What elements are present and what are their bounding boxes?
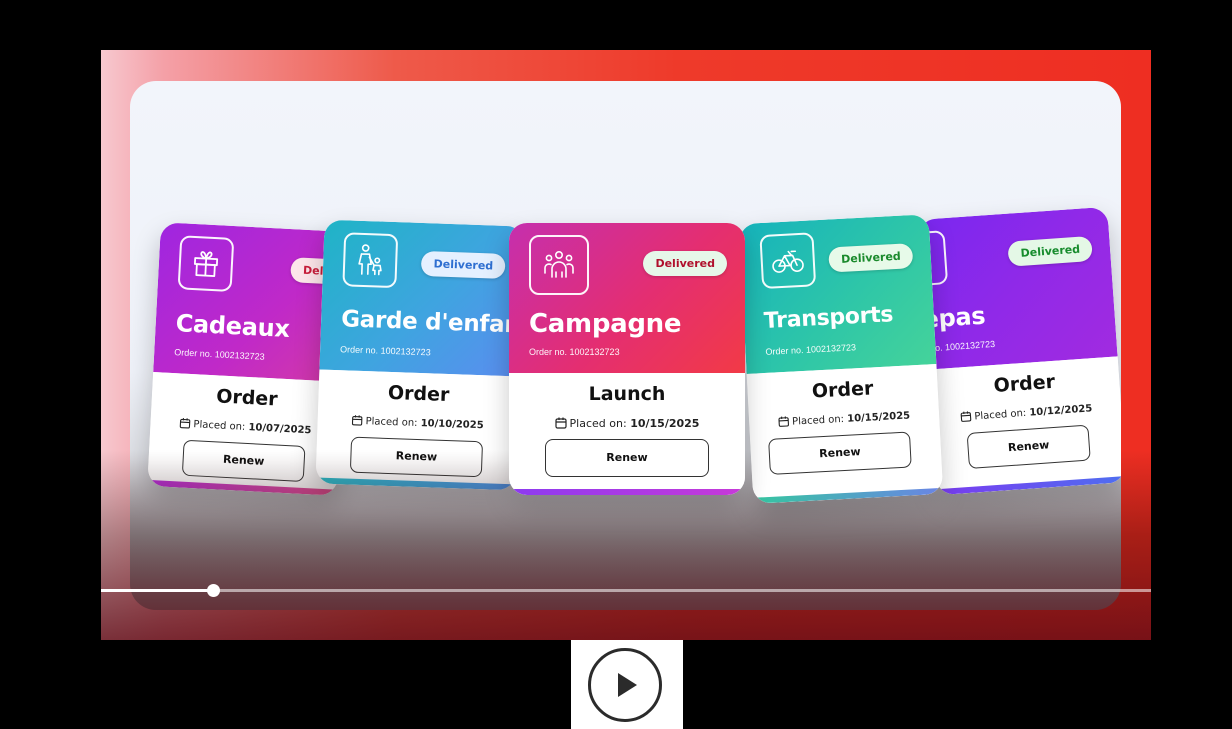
card-header: Delivered Campagne Order no. 1002132723: [509, 223, 745, 373]
order-card-transports: Delivered Transports Order no. 100213272…: [738, 214, 944, 504]
video-player[interactable]: Delivere Cadeaux Order no. 1002132723 Or…: [101, 50, 1151, 640]
seek-bar[interactable]: [101, 584, 1151, 597]
play-button[interactable]: [588, 648, 662, 722]
status-badge: Delivered: [828, 243, 914, 273]
gift-icon: [177, 235, 235, 292]
placed-on: Placed on: 10/15/2025: [509, 417, 745, 430]
placed-on: Placed on: 10/07/2025: [150, 416, 340, 438]
renew-button[interactable]: Renew: [545, 439, 709, 477]
placed-on: Placed on: 10/15/2025: [749, 408, 939, 430]
card-heading: Launch: [588, 383, 666, 405]
card-body: Order Placed on: 10/12/2025 Renew: [928, 356, 1121, 496]
placed-on: Placed on: 10/12/2025: [931, 400, 1121, 425]
placed-date: 10/15/2025: [846, 410, 911, 425]
calendar-icon: [554, 417, 567, 429]
status-badge: Delivered: [643, 251, 727, 276]
placed-label: Placed on:: [569, 417, 627, 430]
group-icon: [529, 235, 589, 295]
order-number: Order no. 1002132723: [765, 342, 857, 357]
bicycle-icon: [759, 232, 817, 290]
placed-on: Placed on: 10/10/2025: [317, 413, 517, 432]
order-card-repas: Delivered epas r no. 1002132723 Order Pl…: [917, 206, 1121, 496]
renew-button[interactable]: Renew: [966, 424, 1091, 469]
order-number: Order no. 1002132723: [339, 344, 431, 358]
placed-date: 10/07/2025: [248, 422, 312, 437]
card-header: Delivered Garde d'enfant Order no. 10021…: [319, 219, 525, 377]
status-badge: Delivered: [1007, 235, 1093, 267]
placed-date: 10/15/2025: [630, 417, 700, 430]
card-body: Order Placed on: 10/15/2025 Renew: [746, 364, 944, 504]
card-heading: Order: [811, 377, 874, 403]
placed-label: Placed on:: [193, 419, 246, 433]
video-content-panel: Delivere Cadeaux Order no. 1002132723 Or…: [130, 81, 1121, 610]
card-heading: Order: [215, 385, 279, 411]
placed-label: Placed on:: [365, 416, 418, 429]
card-title: Transports: [763, 302, 894, 334]
calendar-icon: [179, 418, 191, 429]
card-heading: Order: [992, 370, 1056, 398]
seek-bar-played: [101, 589, 214, 592]
card-header: Delivered epas r no. 1002132723: [917, 206, 1118, 370]
order-number: Order no. 1002132723: [173, 347, 265, 362]
calendar-icon: [778, 416, 789, 427]
order-card-garde-denfant: Delivered Garde d'enfant Order no. 10021…: [315, 219, 525, 491]
calendar-icon: [351, 415, 363, 426]
card-title: Garde d'enfant: [340, 306, 525, 339]
family-icon: [342, 232, 399, 289]
card-title: Campagne: [529, 309, 682, 339]
order-number: Order no. 1002132723: [529, 347, 620, 357]
placed-label: Placed on:: [791, 413, 845, 428]
play-icon: [618, 673, 637, 697]
status-badge: Delivered: [421, 251, 506, 279]
play-control-area: [571, 640, 683, 729]
renew-button[interactable]: Renew: [768, 431, 912, 475]
calendar-icon: [960, 411, 972, 422]
card-edge: [509, 489, 745, 495]
placed-date: 10/10/2025: [420, 418, 484, 432]
card-title: Cadeaux: [175, 309, 291, 344]
order-card-campagne: Delivered Campagne Order no. 1002132723 …: [509, 223, 745, 495]
card-heading: Order: [387, 381, 450, 407]
placed-date: 10/12/2025: [1029, 403, 1093, 419]
card-header: Delivered Transports Order no. 100213272…: [738, 214, 937, 374]
placed-label: Placed on:: [974, 407, 1027, 423]
card-body: Launch Placed on: 10/15/2025 Renew: [509, 373, 745, 495]
